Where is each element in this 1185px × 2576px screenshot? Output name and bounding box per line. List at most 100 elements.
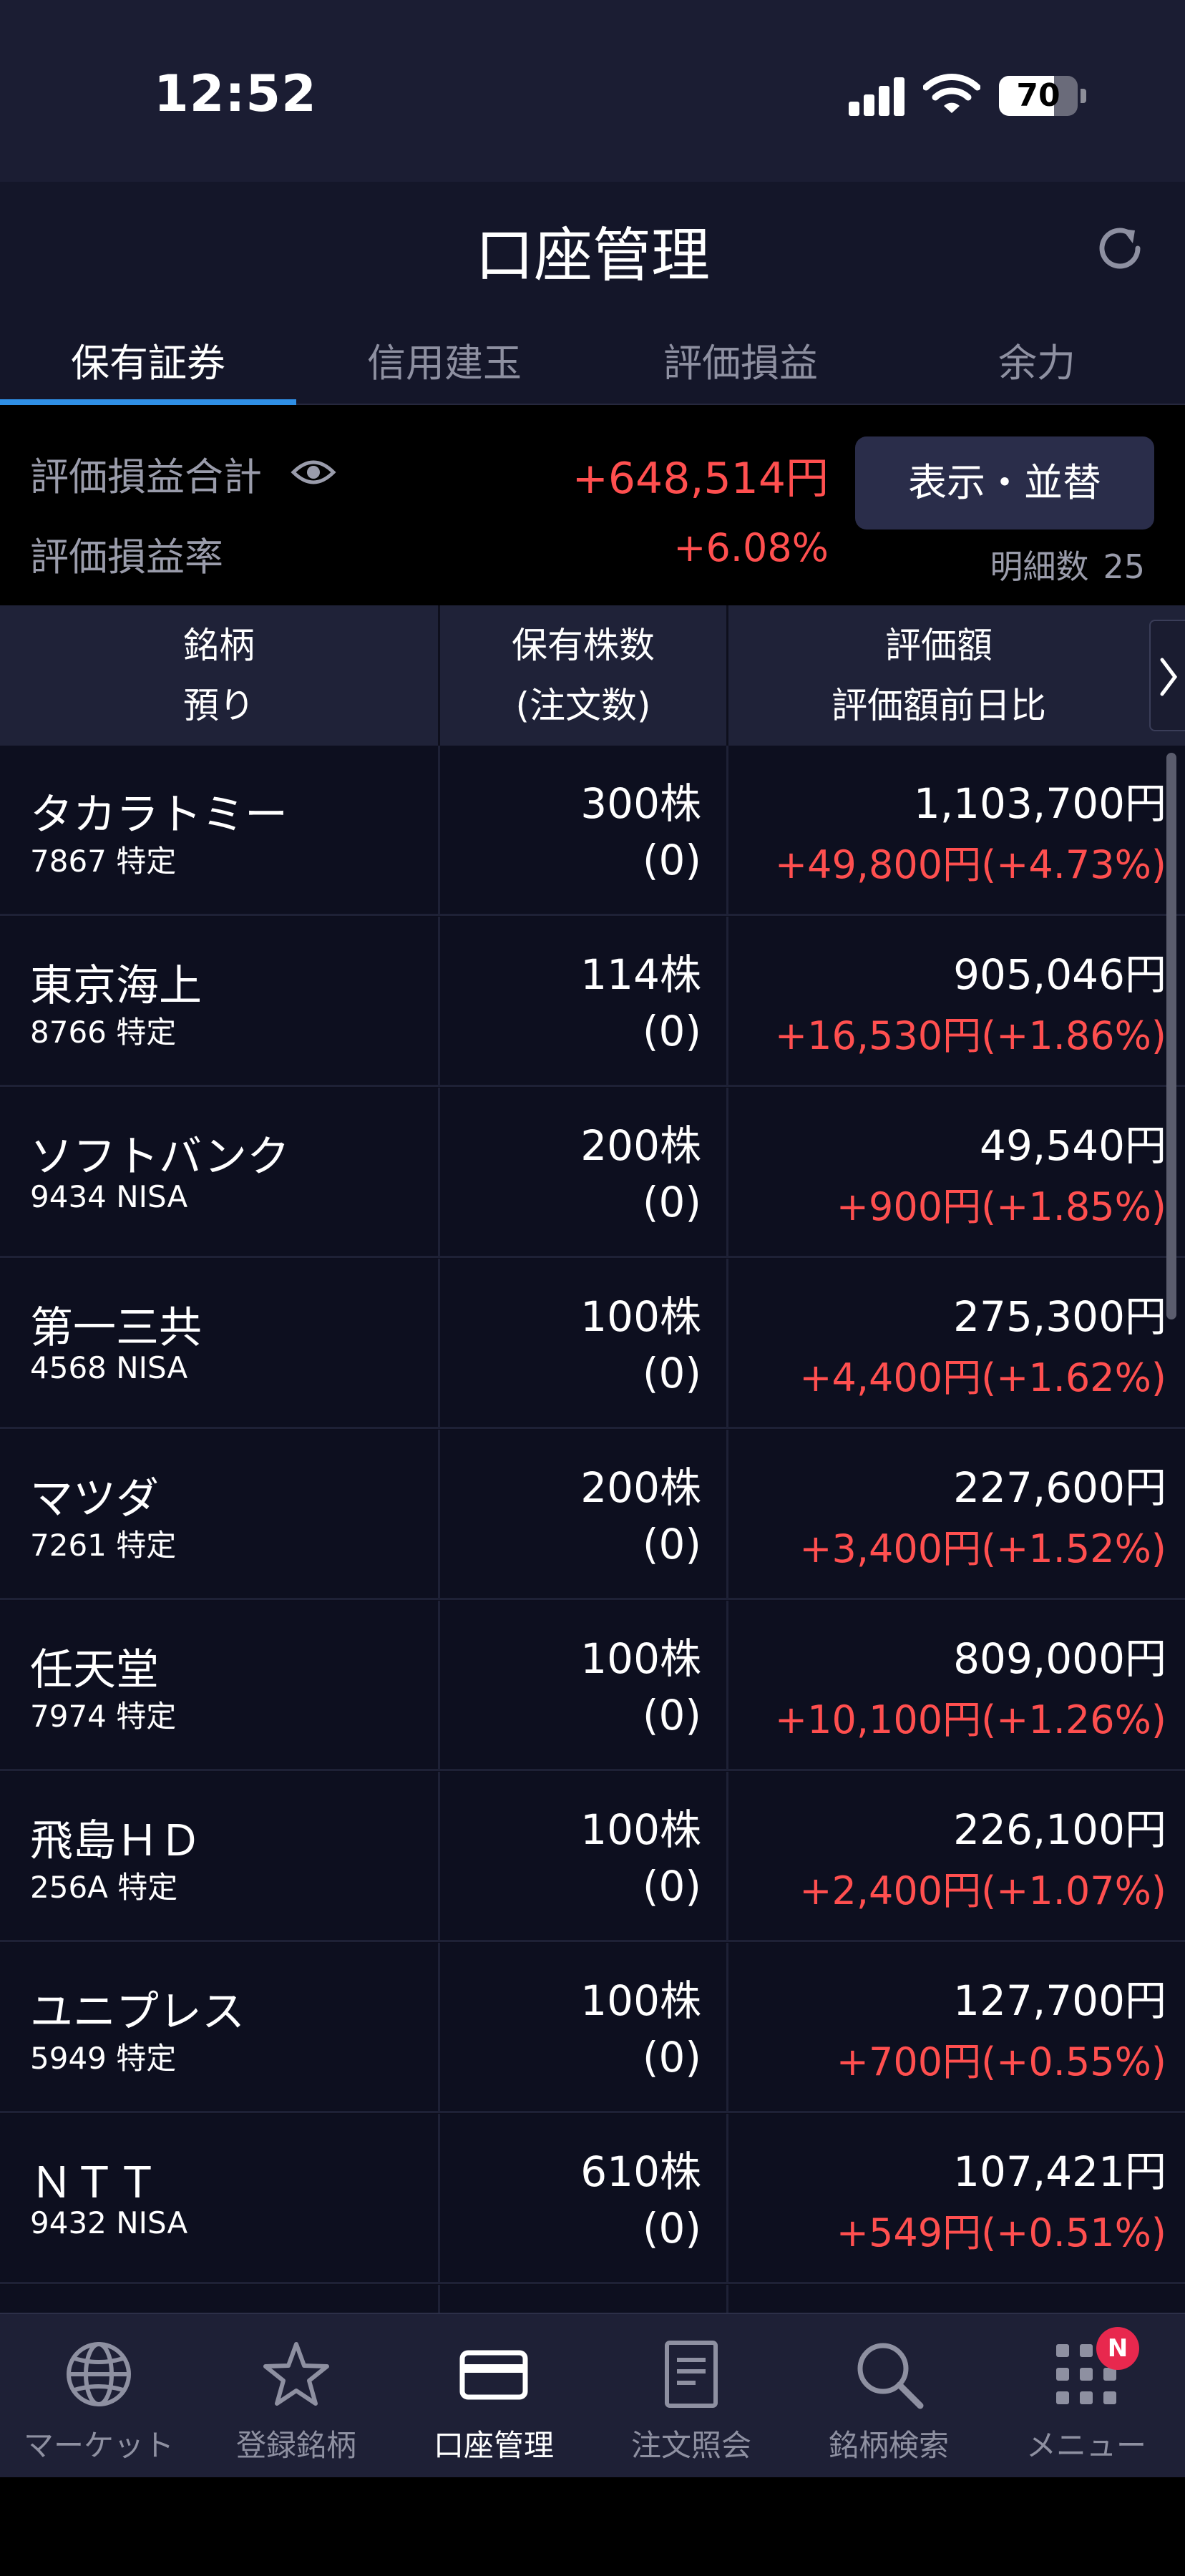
tab-buying-power[interactable]: 余力: [889, 322, 1185, 405]
nav-market[interactable]: マーケット: [0, 2314, 198, 2479]
bottom-navigation: マーケット 登録銘柄 口座管理 注文照会 銘柄検索 N メニュー: [0, 2313, 1185, 2477]
battery-percent: 70: [1016, 77, 1060, 114]
tab-margin-positions[interactable]: 信用建玉: [296, 322, 592, 405]
market-value: 226,100円: [953, 1805, 1166, 1854]
column-header-line: 銘柄: [183, 625, 255, 666]
item-count-label: 明細数: [990, 547, 1089, 586]
table-row[interactable]: [0, 2285, 1185, 2313]
column-divider: [726, 1088, 728, 1256]
day-change: +2,400円(+1.07%): [799, 1868, 1166, 1913]
pl-rate-label: 評価損益率: [30, 535, 223, 580]
stock-name: 任天堂: [30, 1645, 159, 1695]
notification-badge: N: [1096, 2327, 1139, 2370]
market-value: 1,103,700円: [913, 779, 1166, 828]
battery-icon: 70: [999, 76, 1078, 116]
nav-orders[interactable]: 注文照会: [592, 2314, 790, 2479]
column-divider: [726, 2114, 728, 2282]
day-change: +10,100円(+1.26%): [774, 1697, 1166, 1742]
column-divider: [438, 2285, 440, 2313]
market-value: 809,000円: [953, 1634, 1166, 1683]
column-header-value[interactable]: 評価額 評価額前日比: [728, 605, 1149, 746]
list-scrollbar[interactable]: [1166, 753, 1176, 1319]
status-bar: 12:52 70: [0, 0, 1185, 182]
column-divider: [438, 1430, 440, 1598]
page-title: 口座管理: [474, 222, 710, 290]
shares-held: 114株: [580, 950, 701, 999]
column-divider: [438, 1088, 440, 1256]
order-count: (0): [642, 1178, 701, 1226]
table-row[interactable]: ＮＴＴ 9432 NISA 610株 (0) 107,421円 +549円(+0…: [0, 2114, 1185, 2284]
tab-label: 信用建玉: [367, 341, 522, 386]
shares-held: 610株: [580, 2147, 701, 2196]
chevron-right-icon: [1160, 658, 1178, 696]
nav-watchlist[interactable]: 登録銘柄: [198, 2314, 395, 2479]
table-row[interactable]: 第一三共 4568 NISA 100株 (0) 275,300円 +4,400円…: [0, 1259, 1185, 1429]
nav-label: 登録銘柄: [235, 2428, 356, 2463]
day-change: +49,800円(+4.73%): [774, 842, 1166, 887]
pl-rate-value: +6.08%: [673, 525, 829, 570]
cellular-signal-icon: [849, 77, 906, 116]
display-sort-button[interactable]: 表示・並替: [855, 436, 1154, 530]
table-row[interactable]: ユニプレス 5949 特定 100株 (0) 127,700円 +700円(+0…: [0, 1943, 1185, 2113]
tab-bar: 保有証券 信用建玉 評価損益 余力: [0, 322, 1185, 405]
total-pl-label: 評価損益合計: [30, 454, 262, 499]
nav-label: マーケット: [23, 2428, 174, 2463]
column-divider: [438, 2114, 440, 2282]
shares-held: 300株: [580, 779, 701, 828]
profit-summary: 評価損益合計 +648,514円 評価損益率 +6.08% 表示・並替 明細数 2…: [0, 405, 1185, 605]
card-icon: [459, 2350, 528, 2400]
table-row[interactable]: タカラトミー 7867 特定 300株 (0) 1,103,700円 +49,8…: [0, 746, 1185, 916]
globe-icon: [67, 2342, 131, 2406]
column-divider: [438, 1943, 440, 2111]
stock-code-account: 7974 特定: [30, 1699, 177, 1734]
column-header-stock[interactable]: 銘柄 預り: [0, 605, 438, 746]
eye-icon[interactable]: [291, 457, 336, 488]
column-divider: [726, 1772, 728, 1940]
refresh-icon[interactable]: [1093, 222, 1146, 275]
stock-name: 飛島ＨＤ: [30, 1816, 202, 1866]
stock-code-account: 8766 特定: [30, 1015, 177, 1050]
stock-name: ソフトバンク: [30, 1132, 290, 1182]
tab-holdings[interactable]: 保有証券: [0, 322, 296, 405]
column-header-line: (注文数): [515, 685, 651, 726]
market-value: 49,540円: [980, 1121, 1166, 1170]
nav-search[interactable]: 銘柄検索: [790, 2314, 987, 2479]
search-icon: [857, 2343, 924, 2409]
column-divider: [438, 1601, 440, 1769]
column-divider: [438, 1772, 440, 1940]
day-change: +549円(+0.51%): [836, 2210, 1166, 2255]
nav-account[interactable]: 口座管理: [395, 2314, 592, 2479]
table-row[interactable]: 任天堂 7974 特定 100株 (0) 809,000円 +10,100円(+…: [0, 1601, 1185, 1771]
market-value: 127,700円: [953, 1976, 1166, 2025]
stock-code-account: 4568 NISA: [30, 1350, 188, 1385]
column-header-shares[interactable]: 保有株数 (注文数): [440, 605, 726, 746]
order-count: (0): [642, 836, 701, 884]
next-columns-button[interactable]: [1149, 620, 1185, 731]
stock-name: タカラトミー: [30, 790, 288, 840]
stock-code-account: 9432 NISA: [30, 2205, 188, 2240]
stock-name: 東京海上: [30, 961, 202, 1011]
table-row[interactable]: マツダ 7261 特定 200株 (0) 227,600円 +3,400円(+1…: [0, 1430, 1185, 1600]
star-icon: [263, 2342, 329, 2406]
column-divider: [726, 746, 728, 914]
shares-held: 100株: [580, 1292, 701, 1341]
tab-label: 保有証券: [71, 341, 225, 386]
column-header-line: 預り: [183, 685, 255, 726]
holdings-list: タカラトミー 7867 特定 300株 (0) 1,103,700円 +49,8…: [0, 746, 1185, 2313]
order-count: (0): [642, 2033, 701, 2082]
order-count: (0): [642, 1349, 701, 1397]
tab-profit-loss[interactable]: 評価損益: [592, 322, 889, 405]
tab-label: 余力: [998, 341, 1076, 386]
table-row[interactable]: 飛島ＨＤ 256A 特定 100株 (0) 226,100円 +2,400円(+…: [0, 1772, 1185, 1942]
stock-code-account: 7261 特定: [30, 1528, 177, 1563]
nav-label: メニュー: [1025, 2428, 1146, 2463]
nav-menu[interactable]: N メニュー: [987, 2314, 1185, 2479]
column-header-line: 評価額前日比: [832, 685, 1046, 726]
status-time: 12:52: [154, 64, 317, 123]
table-row[interactable]: ソフトバンク 9434 NISA 200株 (0) 49,540円 +900円(…: [0, 1088, 1185, 1258]
stock-name: 第一三共: [30, 1303, 202, 1353]
column-divider: [726, 1430, 728, 1598]
stock-code-account: 9434 NISA: [30, 1179, 188, 1214]
table-row[interactable]: 東京海上 8766 特定 114株 (0) 905,046円 +16,530円(…: [0, 917, 1185, 1087]
table-header: 銘柄 預り 保有株数 (注文数) 評価額 評価額前日比: [0, 605, 1185, 746]
